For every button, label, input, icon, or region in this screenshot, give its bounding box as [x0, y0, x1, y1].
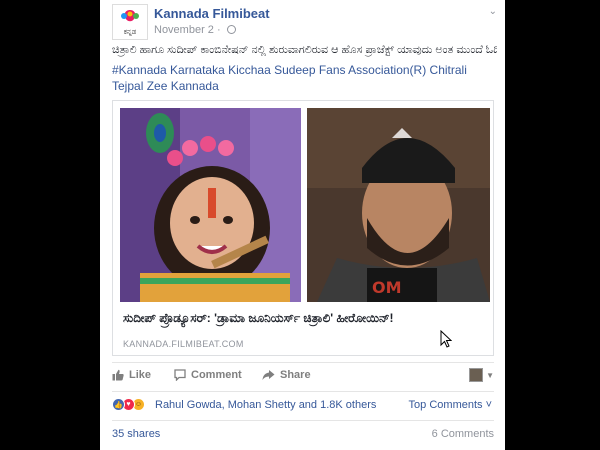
link-title[interactable]: ಸುದೀಪ್ ಪ್ರೊಡ್ಯೂಸರ್: 'ಡ್ರಾಮಾ ಜೂನಿಯರ್ಸ್ ಚಿ…: [123, 311, 394, 326]
caret-down-icon: ▼: [486, 370, 494, 380]
thumbs-up-icon: [112, 369, 124, 381]
link-preview-image[interactable]: OM: [113, 101, 493, 302]
facebook-post-card: ಕನ್ನಡ Kannada Filmibeat November 2 · ⌄ ಚ…: [100, 0, 505, 450]
like-reaction-icon: 👍: [112, 398, 125, 411]
comment-button[interactable]: Comment: [174, 369, 242, 381]
share-arrow-icon: [262, 370, 275, 380]
post-hashtags[interactable]: #Kannada Karnataka Kicchaa Sudeep Fans A…: [112, 62, 497, 94]
post-as-selector[interactable]: ▼: [469, 368, 494, 382]
reaction-names[interactable]: Rahul Gowda, Mohan Shetty and 1.8K other…: [155, 399, 376, 411]
share-label: Share: [280, 369, 311, 381]
svg-text:OM: OM: [372, 278, 402, 297]
like-label: Like: [129, 369, 152, 381]
reactions-bar: 👍 ♥ ☺ Rahul Gowda, Mohan Shetty and 1.8K…: [112, 396, 494, 414]
child-actress-photo: [120, 108, 301, 302]
post-date[interactable]: November 2: [154, 24, 214, 36]
link-preview-card[interactable]: OM ಸುದೀಪ್ ಪ್ರೊಡ್ಯೂಸರ್: 'ಡ್ರಾಮಾ ಜೂನಿಯರ್ಸ್…: [112, 100, 494, 356]
post-text: ಚಿತ್ರಾಲಿ ಹಾಗೂ ಸುದೀಪ್ ಕಾಂಬಿನೇಷನ್ ನಲ್ಲಿ ಶು…: [112, 44, 497, 56]
reaction-icons[interactable]: 👍 ♥ ☺: [112, 398, 152, 412]
top-comments-dropdown[interactable]: Top Comments ˅: [409, 399, 492, 411]
sudeep-photo: OM: [307, 108, 490, 302]
page-name-link[interactable]: Kannada Filmibeat: [154, 6, 270, 21]
post-options-chevron-icon[interactable]: ⌄: [489, 6, 497, 17]
kannada-filmibeat-logo-icon: ಕನ್ನಡ: [121, 10, 139, 37]
logo-text: ಕನ್ನಡ: [124, 28, 137, 37]
comments-count[interactable]: 6 Comments: [432, 428, 494, 440]
divider: [112, 362, 494, 363]
divider: [112, 420, 494, 421]
post-actions: Like Comment Share ▼: [112, 366, 494, 388]
divider: [112, 391, 494, 392]
share-button[interactable]: Share: [262, 369, 311, 381]
link-domain: KANNADA.FILMIBEAT.COM: [123, 339, 244, 349]
comment-label: Comment: [191, 369, 242, 381]
page-avatar[interactable]: ಕನ್ನಡ: [112, 4, 148, 40]
globe-icon: [226, 25, 236, 34]
viewer-avatar: [469, 368, 484, 382]
shares-count[interactable]: 35 shares: [112, 428, 160, 440]
like-button[interactable]: Like: [112, 369, 151, 381]
comment-bubble-icon: [174, 369, 186, 381]
mouse-cursor-icon: [440, 330, 452, 348]
post-meta: November 2 ·: [154, 24, 236, 36]
post-header: ಕನ್ನಡ Kannada Filmibeat November 2 · ⌄: [112, 4, 497, 40]
